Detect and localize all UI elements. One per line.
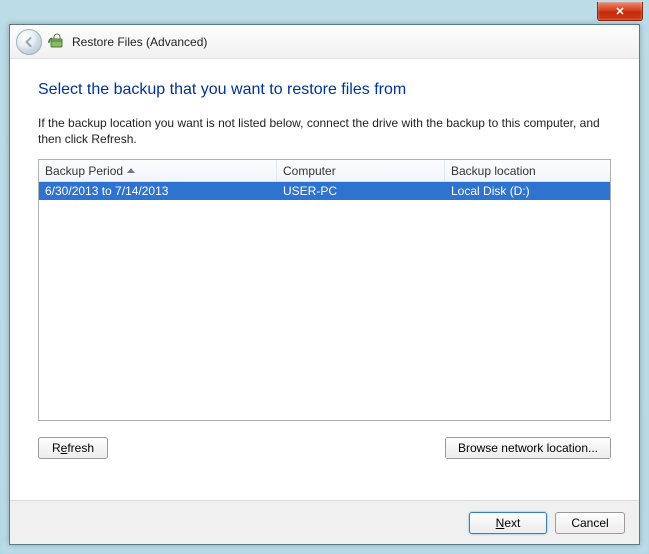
list-header: Backup Period Computer Backup location (39, 160, 610, 182)
backup-list: Backup Period Computer Backup location 6… (38, 159, 611, 421)
column-label: Backup Period (45, 164, 123, 178)
table-row[interactable]: 6/30/2013 to 7/14/2013USER-PCLocal Disk … (39, 182, 610, 200)
restore-icon (48, 33, 66, 51)
browse-network-location-button[interactable]: Browse network location... (445, 437, 611, 459)
column-backup-period[interactable]: Backup Period (39, 160, 277, 181)
column-backup-location[interactable]: Backup location (445, 160, 610, 181)
cell-computer: USER-PC (277, 184, 445, 198)
refresh-button[interactable]: Refresh (38, 437, 108, 459)
wizard-window: Restore Files (Advanced) Select the back… (9, 24, 640, 545)
column-computer[interactable]: Computer (277, 160, 445, 181)
back-arrow-icon (22, 35, 36, 49)
column-label: Backup location (451, 164, 536, 178)
next-button[interactable]: Next (469, 512, 547, 534)
wizard-title: Restore Files (Advanced) (72, 35, 207, 49)
close-icon: ✕ (615, 5, 624, 18)
column-label: Computer (283, 164, 336, 178)
close-button[interactable]: ✕ (597, 2, 643, 21)
instruction-text: If the backup location you want is not l… (38, 115, 611, 147)
cancel-button[interactable]: Cancel (555, 512, 625, 534)
cell-backup-period: 6/30/2013 to 7/14/2013 (39, 184, 277, 198)
sort-ascending-icon (127, 168, 135, 173)
wizard-header: Restore Files (Advanced) (10, 25, 639, 59)
cell-backup-location: Local Disk (D:) (445, 184, 610, 198)
wizard-footer: Next Cancel (10, 500, 639, 544)
back-button[interactable] (16, 29, 42, 55)
page-heading: Select the backup that you want to resto… (38, 81, 611, 99)
